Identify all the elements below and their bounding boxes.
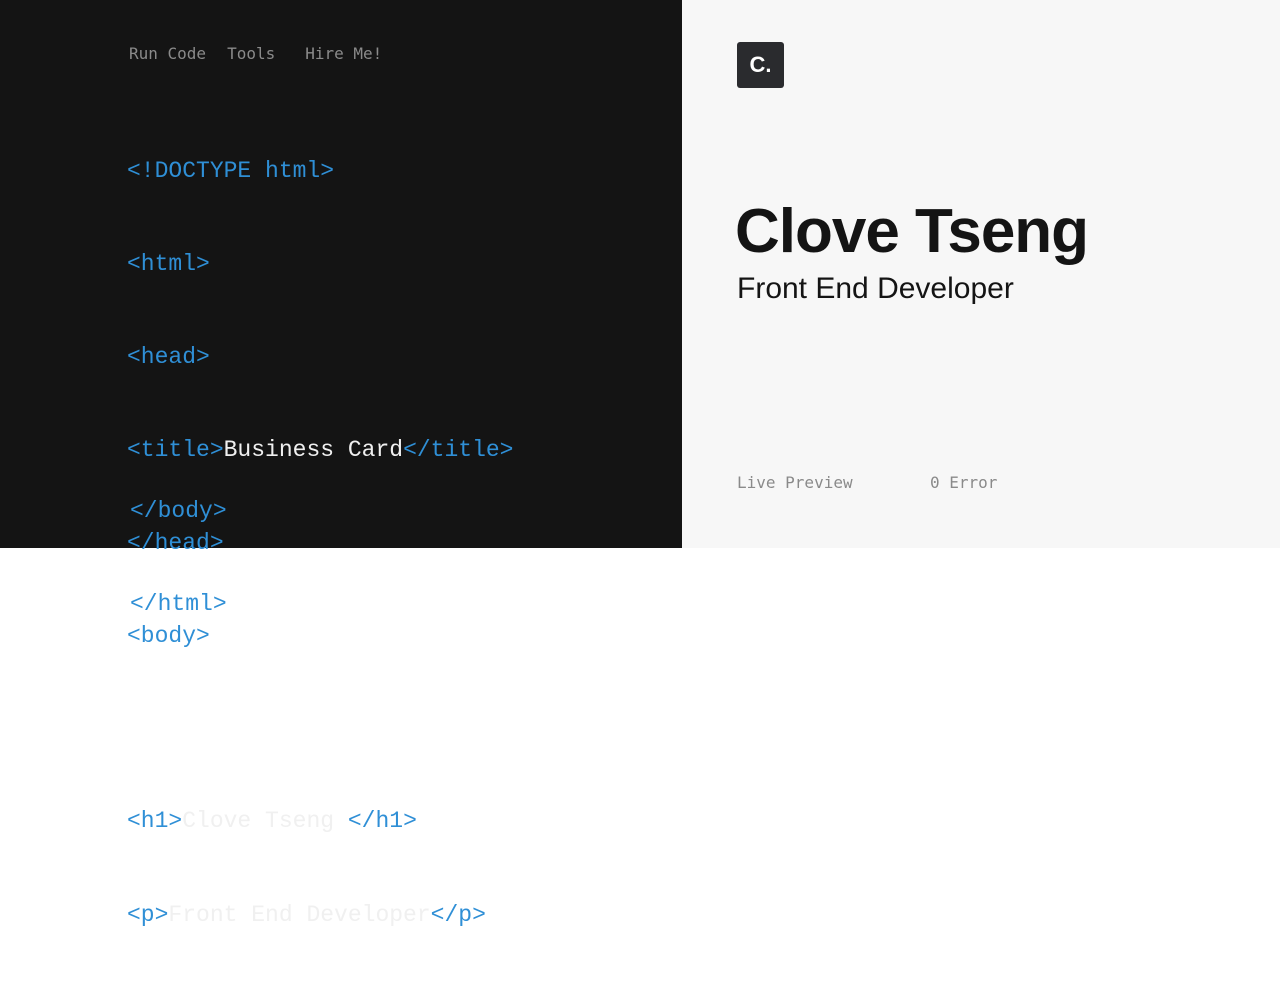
code-tag: </html> [130, 591, 227, 617]
preview-role: Front End Developer [737, 272, 1014, 305]
code-tag: <p> [127, 902, 169, 928]
menu-tools[interactable]: Tools [227, 44, 275, 63]
logo: C. [737, 42, 784, 88]
code-line: </html> [130, 589, 227, 620]
code-line: <p>Front End Developer</p> [127, 900, 513, 931]
code-text: Front End Developer [168, 902, 431, 928]
code-tag: <head> [127, 344, 210, 370]
code-line: </body> [130, 496, 227, 527]
error-count: 0 Error [930, 473, 998, 492]
live-preview-label: Live Preview [737, 473, 853, 492]
code-tag: </h1> [347, 808, 417, 834]
code-block-foot[interactable]: </body> </html> [130, 434, 227, 682]
code-line: <!DOCTYPE html> [127, 156, 513, 187]
code-tag: </title> [403, 437, 514, 463]
code-tag: <!DOCTYPE html> [127, 158, 335, 184]
code-tag: <h1> [127, 808, 183, 834]
code-text: Business Card [223, 437, 404, 463]
code-line: <html> [127, 249, 513, 280]
code-line: <head> [127, 342, 513, 373]
code-line: <h1>Clove Tseng </h1> [127, 806, 513, 837]
code-tag: </p> [430, 902, 486, 928]
code-editor-panel: Run Code Tools Hire Me! <!DOCTYPE html> <h… [0, 0, 682, 928]
editor-menu: Run Code Tools Hire Me! [129, 44, 403, 63]
menu-hire-me[interactable]: Hire Me! [305, 44, 382, 63]
code-text: Clove Tseng [182, 808, 348, 834]
code-tag: <html> [127, 251, 210, 277]
code-tag: </body> [130, 498, 227, 524]
preview-name: Clove Tseng [735, 197, 1089, 266]
menu-run-code[interactable]: Run Code [129, 44, 206, 63]
